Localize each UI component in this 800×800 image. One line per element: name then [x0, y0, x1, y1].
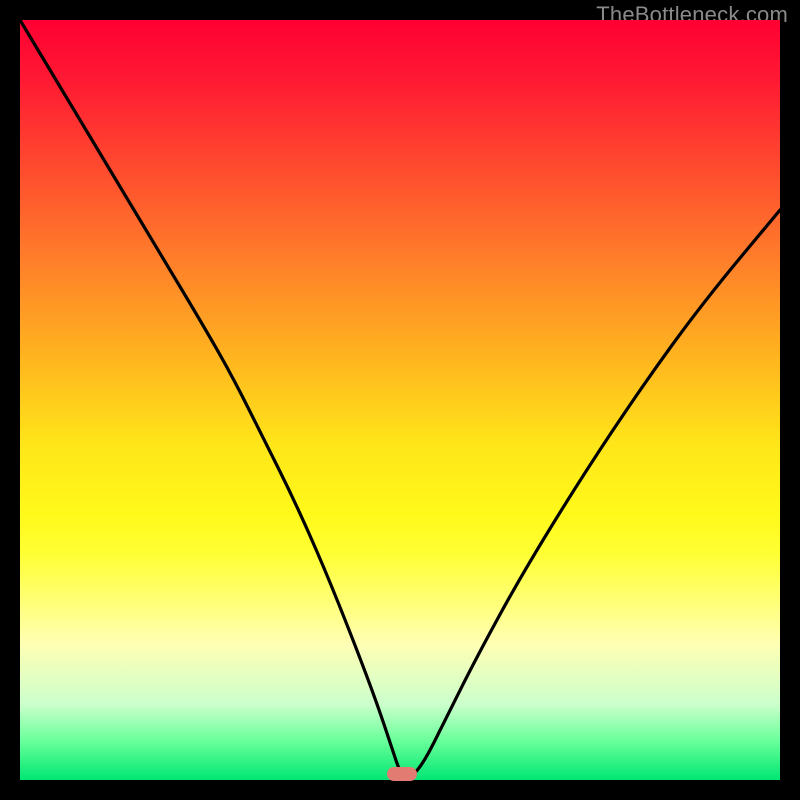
minimum-marker: [387, 767, 417, 781]
curve-path: [20, 20, 780, 777]
chart-frame: TheBottleneck.com: [0, 0, 800, 800]
bottleneck-curve: [20, 20, 780, 780]
plot-area: [20, 20, 780, 780]
